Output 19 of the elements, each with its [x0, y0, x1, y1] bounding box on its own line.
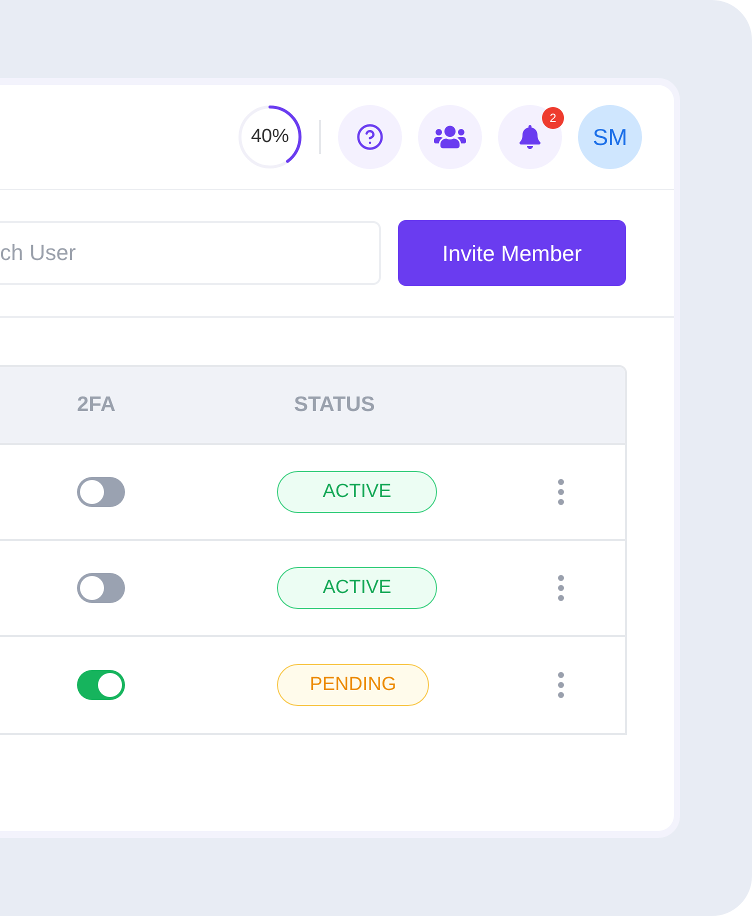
user-avatar[interactable]: SM	[578, 105, 642, 169]
invite-member-button[interactable]: Invite Member	[398, 220, 626, 286]
column-header: STATUS	[294, 392, 375, 418]
search-field[interactable]: ch User	[0, 221, 381, 285]
help-icon	[356, 123, 384, 151]
status-badge: PENDING	[277, 664, 429, 706]
notification-count: 2	[542, 107, 564, 129]
more-options-button[interactable]	[556, 575, 566, 601]
more-options-button[interactable]	[556, 479, 566, 505]
two-factor-toggle[interactable]	[77, 477, 125, 507]
progress-label: 40%	[250, 124, 290, 149]
bell-icon	[518, 125, 542, 149]
column-header: 2FA	[77, 392, 117, 418]
two-factor-toggle[interactable]	[77, 573, 125, 603]
status-badge: ACTIVE	[277, 471, 437, 513]
status-badge: ACTIVE	[277, 567, 437, 609]
notifications-button[interactable]: 2	[498, 105, 562, 169]
two-factor-toggle[interactable]	[77, 670, 125, 700]
more-options-button[interactable]	[556, 672, 566, 698]
